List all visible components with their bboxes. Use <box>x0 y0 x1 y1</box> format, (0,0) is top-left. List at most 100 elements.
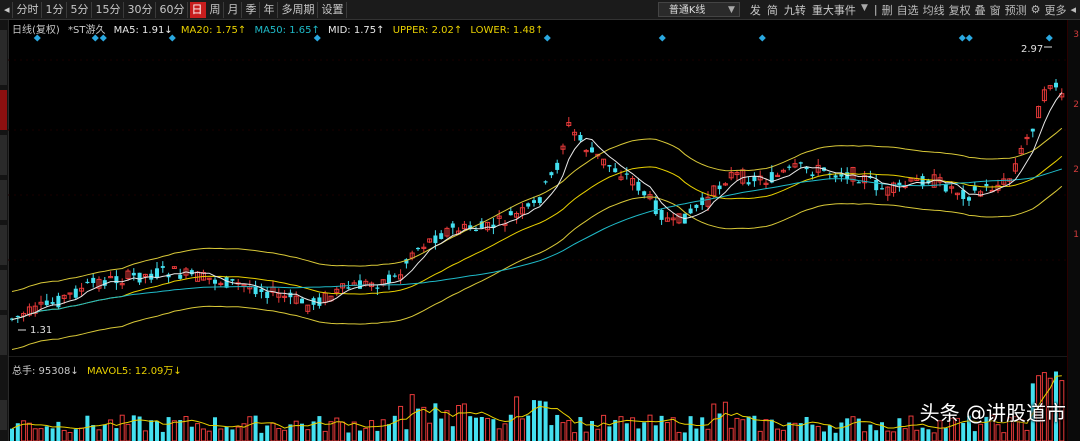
volume-bar <box>560 422 566 441</box>
volume-bar <box>474 417 478 441</box>
volume-bar <box>265 425 270 441</box>
volume-bar <box>920 427 925 441</box>
period-tab[interactable]: 周 <box>208 1 224 18</box>
candle-body <box>155 268 159 278</box>
high-price-label: 2.97 <box>1021 44 1044 55</box>
period-tab[interactable]: 季 <box>244 1 260 18</box>
kline-type-dropdown[interactable]: 普通K线 ▼ <box>657 2 740 17</box>
volume-bar <box>178 419 183 441</box>
side-tab[interactable] <box>0 400 7 430</box>
tool-watchlist-button[interactable]: 自选 <box>897 2 919 18</box>
volume-bar <box>636 428 641 441</box>
more-button[interactable]: 更多 <box>1044 2 1066 18</box>
candlestick-chart[interactable] <box>8 20 1067 355</box>
volume-bar <box>427 422 433 441</box>
candle-body <box>920 176 925 187</box>
period-tab[interactable]: 设置 <box>320 1 347 18</box>
event-marker-icon[interactable] <box>658 34 666 42</box>
tool-window-button[interactable]: 窗 <box>990 2 1001 18</box>
volume-bar <box>270 422 276 441</box>
volume-bar <box>189 426 194 441</box>
tool-jian-button[interactable]: 简 <box>767 2 778 18</box>
tool-fa-button[interactable]: 发 <box>750 2 761 18</box>
volume-bar <box>253 415 258 441</box>
candle-body <box>578 134 583 141</box>
tool-delete-button[interactable]: 删 <box>882 2 893 18</box>
volume-bar <box>485 417 491 441</box>
volume-bar <box>502 423 508 441</box>
volume-bar <box>746 416 751 441</box>
side-tab[interactable] <box>0 135 7 175</box>
back-icon[interactable]: ◂ <box>2 1 13 18</box>
side-tab-active[interactable] <box>0 90 7 130</box>
settings-icon[interactable]: ⚙ <box>1031 3 1041 16</box>
volume-bar <box>213 417 217 441</box>
period-tab[interactable]: 60分 <box>158 1 188 18</box>
candle-body <box>50 302 55 304</box>
candle-body <box>967 197 971 201</box>
volume-bar <box>67 432 73 441</box>
event-marker-icon[interactable] <box>168 34 176 42</box>
event-marker-icon[interactable] <box>758 34 766 42</box>
candle-body <box>346 287 351 289</box>
tool-ma-button[interactable]: 均线 <box>923 2 945 18</box>
volume-bar <box>815 425 821 441</box>
volume-bar <box>380 419 386 441</box>
candle-body <box>880 188 884 190</box>
volume-bar <box>902 428 908 441</box>
major-events-dropdown[interactable]: 重大事件 ▼ <box>812 2 868 18</box>
event-marker-icon[interactable] <box>1045 34 1053 42</box>
volume-bar <box>363 427 369 441</box>
period-tab[interactable]: 30分 <box>126 1 156 18</box>
candle-body <box>613 168 618 173</box>
candle-body <box>874 179 879 191</box>
volume-bar <box>479 416 484 441</box>
volume-bar <box>91 425 96 441</box>
volume-bar <box>461 403 467 441</box>
tool-adjust-button[interactable]: 复权 <box>949 2 971 18</box>
candle-body <box>230 279 235 281</box>
volume-bar <box>792 422 798 441</box>
chevron-down-icon: ▼ <box>860 2 868 13</box>
period-tab[interactable]: 年 <box>262 1 278 18</box>
chevron-left-icon[interactable]: ◂ <box>1070 3 1076 16</box>
tool-predict-button[interactable]: 预测 <box>1005 2 1027 18</box>
event-marker-icon[interactable] <box>543 34 551 42</box>
side-tab[interactable] <box>0 315 7 355</box>
side-tab[interactable] <box>0 180 7 220</box>
period-tab[interactable]: 日 <box>189 1 206 18</box>
candle-body <box>810 174 815 177</box>
period-tab[interactable]: 1分 <box>44 1 67 18</box>
candle-body <box>526 203 531 207</box>
candle-body <box>439 233 444 239</box>
period-tab[interactable]: 多周期 <box>280 1 318 18</box>
tool-overlay-button[interactable]: 叠 <box>975 2 986 18</box>
event-marker-icon[interactable] <box>313 34 321 42</box>
period-tab[interactable]: 分时 <box>15 1 42 18</box>
event-marker-icon[interactable] <box>965 34 973 42</box>
volume-bar <box>583 431 589 441</box>
tool-jiuzhuan-button[interactable]: 九转 <box>784 2 806 18</box>
volume-bar <box>653 425 658 441</box>
event-marker-icon[interactable] <box>99 34 107 42</box>
volume-bar <box>305 429 311 441</box>
period-tab[interactable]: 5分 <box>69 1 92 18</box>
volume-bar <box>276 428 282 441</box>
event-marker-icon[interactable] <box>33 34 41 42</box>
event-marker-icon[interactable] <box>91 34 99 42</box>
volume-bar <box>444 410 450 441</box>
period-tab[interactable]: 月 <box>226 1 242 18</box>
volume-chart[interactable] <box>8 356 1067 441</box>
volume-bar <box>891 431 897 441</box>
side-tab[interactable] <box>0 30 7 85</box>
period-tab[interactable]: 15分 <box>94 1 124 18</box>
volume-bar <box>247 416 253 441</box>
volume-bar <box>705 428 711 441</box>
side-tab[interactable] <box>0 225 7 265</box>
volume-bar <box>416 408 420 441</box>
event-marker-icon[interactable] <box>958 34 966 42</box>
side-tab[interactable] <box>0 270 7 310</box>
ma50-line <box>11 168 1062 320</box>
volume-bar <box>61 429 67 441</box>
volume-bar <box>845 418 850 441</box>
